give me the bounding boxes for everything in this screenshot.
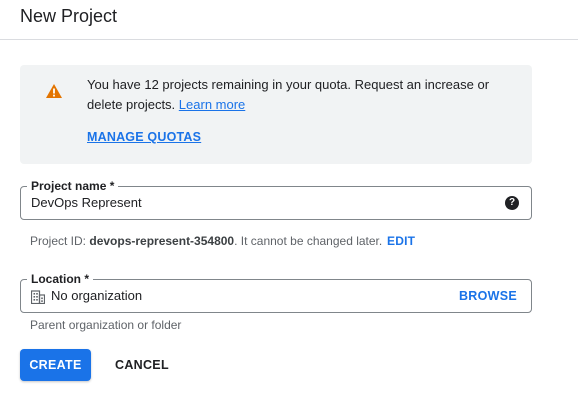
quota-message: You have 12 projects remaining in your q… [87, 75, 517, 115]
dialog-header: New Project [0, 0, 578, 40]
project-name-field[interactable]: Project name * DevOps Represent ? [20, 178, 532, 220]
location-value: No organization [51, 288, 143, 303]
quota-notice: You have 12 projects remaining in your q… [20, 65, 532, 164]
project-id-hint: Project ID: devops-represent-354800. It … [30, 234, 382, 248]
warning-icon [46, 84, 62, 98]
location-field[interactable]: Location * No organization BROWSE [20, 271, 532, 313]
page-title: New Project [20, 6, 118, 26]
quota-message-text: You have 12 projects remaining in your q… [87, 77, 490, 112]
organization-icon [31, 290, 45, 304]
project-name-label: Project name * [27, 178, 119, 194]
project-id-prefix: Project ID: [30, 234, 90, 248]
help-icon[interactable]: ? [505, 196, 519, 210]
manage-quotas-link[interactable]: MANAGE QUOTAS [87, 130, 201, 144]
learn-more-link[interactable]: Learn more [179, 97, 245, 112]
create-button[interactable]: CREATE [20, 349, 91, 381]
location-label: Location * [27, 271, 94, 287]
project-id-value: devops-represent-354800 [89, 234, 235, 248]
cancel-button[interactable]: CANCEL [104, 349, 180, 381]
browse-button[interactable]: BROWSE [459, 289, 517, 303]
edit-project-id-button[interactable]: EDIT [387, 234, 415, 248]
project-name-input[interactable]: DevOps Represent [31, 195, 142, 210]
location-hint: Parent organization or folder [30, 318, 182, 332]
project-id-suffix: . It cannot be changed later. [234, 234, 383, 248]
